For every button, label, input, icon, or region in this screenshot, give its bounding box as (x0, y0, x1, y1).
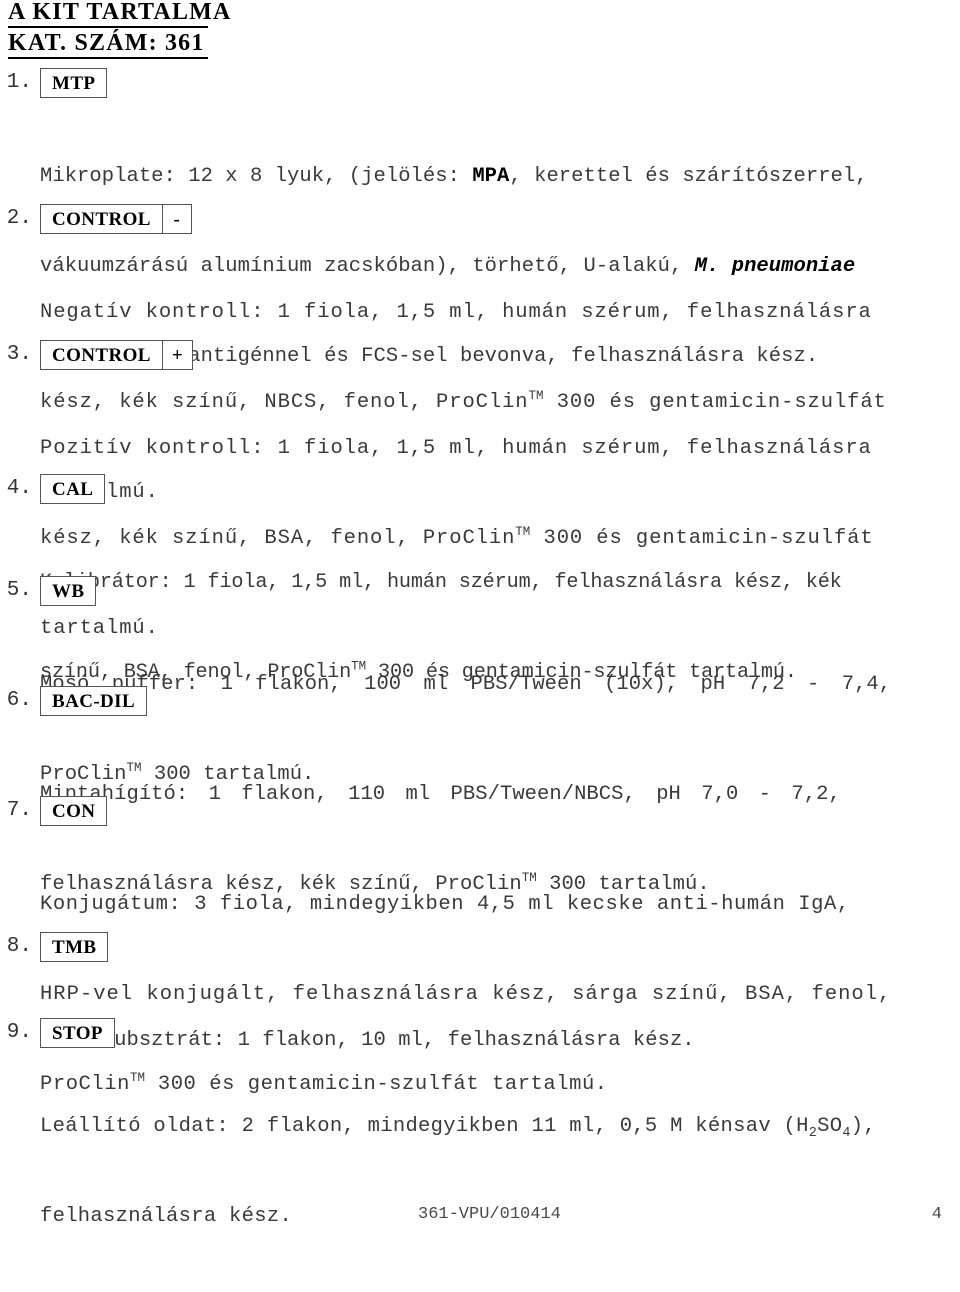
item-number: 5. (6, 579, 32, 602)
item-number: 3. (6, 343, 32, 366)
item-tag-label: MTP (52, 72, 96, 94)
item-tag-box: WB (40, 576, 97, 606)
item-tag-label: STOP (52, 1022, 103, 1044)
item-number: 6. (6, 689, 32, 712)
item-description: Leállító oldat: 2 flakon, mindegyikben 1… (40, 1052, 876, 1292)
item-tag-label: CON (52, 800, 96, 822)
item-tag-box: STOP (40, 1018, 115, 1048)
item-header: 3. CONTROL + (0, 340, 874, 374)
item-tag-label: CAL (52, 478, 94, 500)
item-header: 2. CONTROL - (0, 204, 887, 238)
list-item: 9. STOP Leállító oldat: 2 flakon, mindeg… (0, 1018, 876, 1292)
footer-document-code: 361-VPU/010414 (418, 1205, 561, 1224)
description-line: Leállító oldat: 2 flakon, mindegyikben 1… (40, 1115, 876, 1142)
item-tag-box: CONTROL + (40, 340, 194, 370)
catalog-number: KAT. SZÁM: 361 (8, 29, 208, 59)
item-number: 4. (6, 477, 32, 500)
page-title: A KIT TARTALMA (8, 0, 230, 28)
item-header: 7. CON (0, 796, 891, 830)
item-number: 9. (6, 1021, 32, 1044)
description-line: Mikroplate: 12 x 8 lyuk, (jelölés: MPA, … (40, 165, 868, 188)
description-line: Pozitív kontroll: 1 fiola, 1,5 ml, humán… (40, 437, 872, 460)
page-footer: 361-VPU/010414 4 (0, 1205, 960, 1235)
item-tag-box: TMB (40, 932, 109, 962)
item-header: 5. WB (0, 576, 891, 610)
item-header: 6. BAC-DIL (0, 686, 841, 720)
item-tag-box: BAC-DIL (40, 686, 148, 716)
item-tag-sign: + (161, 341, 192, 369)
item-header: 4. CAL (0, 474, 842, 508)
description-line: Konjugátum: 3 fiola, mindegyikben 4,5 ml… (40, 893, 850, 916)
item-tag-label: TMB (52, 936, 97, 958)
item-number: 8. (6, 935, 32, 958)
item-tag-box: CON (40, 796, 108, 826)
item-header: 1. MTP (0, 68, 868, 102)
document-page: A KIT TARTALMA KAT. SZÁM: 361 1. MTP Mik… (0, 0, 960, 1255)
item-tag-label: WB (52, 580, 85, 602)
item-tag-box: CAL (40, 474, 106, 504)
item-tag-box: CONTROL - (40, 204, 192, 234)
item-tag-sign: - (161, 205, 191, 233)
item-number: 2. (6, 207, 32, 230)
description-line: Negatív kontroll: 1 fiola, 1,5 ml, humán… (40, 301, 872, 324)
item-tag-box: MTP (40, 68, 108, 98)
item-header: 9. STOP (0, 1018, 876, 1052)
item-header: 8. TMB (0, 932, 695, 966)
footer-page-number: 4 (931, 1205, 942, 1224)
item-tag-label: BAC-DIL (52, 690, 136, 712)
document-heading: A KIT TARTALMA KAT. SZÁM: 361 (8, 0, 230, 59)
item-number: 7. (6, 799, 32, 822)
item-tag-label: CONTROL (52, 344, 151, 366)
item-tag-label: CONTROL (52, 208, 151, 230)
item-number: 1. (6, 71, 32, 94)
